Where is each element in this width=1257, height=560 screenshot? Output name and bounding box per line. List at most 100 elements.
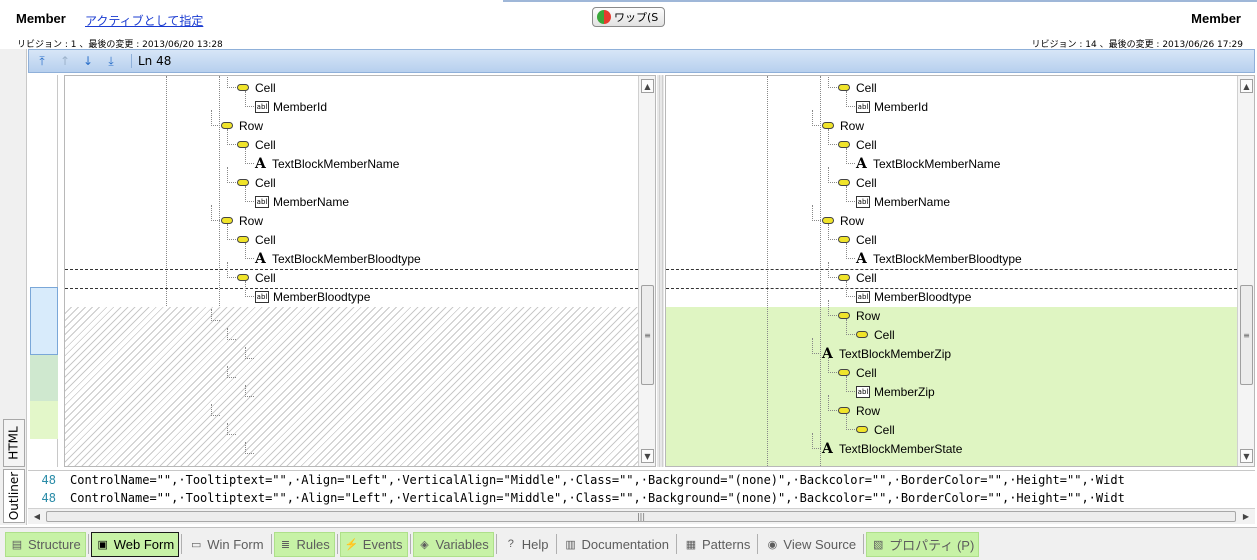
tree-node-cell[interactable]: Cell bbox=[237, 78, 276, 97]
tab-label: プロパティ (P) bbox=[889, 537, 975, 553]
tree-node-cell[interactable]: Cell bbox=[838, 135, 877, 154]
tree-node-label: Cell bbox=[255, 232, 276, 247]
tree-node-label: MemberBloodtype bbox=[874, 289, 972, 304]
tree-connector bbox=[211, 110, 220, 126]
scroll-thumb[interactable]: ||| bbox=[46, 511, 1236, 522]
tree-connector bbox=[211, 205, 220, 221]
tree-connector bbox=[846, 319, 855, 335]
source-line[interactable]: 48 ControlName="",·Tooltiptext="",·Align… bbox=[28, 491, 1125, 509]
tree-node-cell[interactable]: Cell bbox=[237, 268, 276, 287]
right-outline-pane[interactable]: Cell abl MemberId Row Cell A TextBlockMemberNa… bbox=[665, 75, 1255, 467]
tab-events[interactable]: ⚡ Events bbox=[339, 531, 408, 557]
tree-node-membername[interactable]: abl MemberName bbox=[856, 192, 950, 211]
tree-node-cell[interactable]: Cell bbox=[237, 135, 276, 154]
tree-node-textblockmembername[interactable]: A TextBlockMemberName bbox=[255, 154, 399, 173]
row-cell-icon bbox=[221, 122, 233, 129]
tree-node-label: Cell bbox=[255, 80, 276, 95]
row-cell-icon bbox=[822, 217, 834, 224]
tree-node-textblockmemberstate[interactable]: A TextBlockMemberState bbox=[822, 439, 962, 458]
tab-html[interactable]: HTML bbox=[3, 419, 25, 467]
prev-diff-icon[interactable]: ↑ bbox=[56, 52, 74, 70]
tree-node-textblockmemberzip[interactable]: A TextBlockMemberZip bbox=[822, 344, 951, 363]
patterns-icon: ▦ bbox=[685, 538, 697, 551]
last-diff-icon[interactable]: ⤓ bbox=[102, 52, 120, 70]
tree-node-memberid[interactable]: abl MemberId bbox=[856, 97, 928, 116]
tree-node-cell[interactable]: Cell bbox=[838, 363, 877, 382]
tab-web-form[interactable]: ▣ Web Form bbox=[90, 531, 180, 557]
tab-help[interactable]: ? Help bbox=[499, 532, 554, 557]
tree-node-cell[interactable]: Cell bbox=[856, 420, 895, 439]
textblock-icon: A bbox=[255, 155, 266, 172]
tree-node-membername[interactable]: abl MemberName bbox=[255, 192, 349, 211]
tab-outliner-label: Outliner bbox=[7, 471, 22, 521]
source-view[interactable]: 48 ControlName="",·Tooltiptext="",·Align… bbox=[28, 470, 1255, 508]
tree-node-label: MemberId bbox=[273, 99, 328, 114]
structure-icon: ▤ bbox=[11, 538, 23, 551]
row-cell-icon bbox=[838, 312, 850, 319]
tab-properties[interactable]: ▧ プロパティ (P) bbox=[866, 531, 980, 557]
scroll-down-icon[interactable]: ▼ bbox=[641, 449, 654, 463]
pane-splitter[interactable] bbox=[657, 75, 664, 467]
swap-button-label: ワップ(S bbox=[614, 11, 659, 24]
textbox-icon: abl bbox=[856, 385, 870, 398]
line-indicator: Ln 48 bbox=[131, 54, 171, 68]
documentation-icon: ▥ bbox=[565, 538, 576, 551]
tree-node-label: Cell bbox=[856, 270, 877, 285]
swap-button[interactable]: ワップ(S bbox=[592, 7, 665, 27]
tree-node-cell[interactable]: Cell bbox=[856, 325, 895, 344]
tree-node-memberzip[interactable]: abl MemberZip bbox=[856, 382, 935, 401]
variables-icon: ◈ bbox=[420, 538, 429, 551]
scroll-down-icon[interactable]: ▼ bbox=[1240, 449, 1253, 463]
left-vertical-scrollbar[interactable]: ▲ ≡ ▼ bbox=[638, 76, 655, 466]
tab-rules[interactable]: ≣ Rules bbox=[273, 531, 335, 557]
row-cell-icon bbox=[838, 141, 850, 148]
next-diff-icon[interactable]: ↓ bbox=[79, 52, 97, 70]
horizontal-scrollbar[interactable]: ◀ ||| ▶ bbox=[28, 508, 1255, 524]
right-vertical-scrollbar[interactable]: ▲ ≡ ▼ bbox=[1237, 76, 1254, 466]
scroll-thumb[interactable]: ≡ bbox=[641, 285, 654, 385]
tree-node-textblockmemberbloodtype[interactable]: A TextBlockMemberBloodtype bbox=[856, 249, 1022, 268]
tree-node-label: Row bbox=[239, 118, 264, 133]
tab-structure[interactable]: ▤ Structure bbox=[5, 531, 86, 557]
tree-node-row[interactable]: Row bbox=[838, 401, 880, 420]
tree-connector bbox=[846, 186, 855, 202]
tree-node-cell[interactable]: Cell bbox=[838, 173, 877, 192]
tree-connector bbox=[846, 91, 855, 107]
tree-node-cell[interactable]: Cell bbox=[237, 230, 276, 249]
tree-node-textblockmemberbloodtype[interactable]: A TextBlockMemberBloodtype bbox=[255, 249, 421, 268]
tree-node-cell[interactable]: Cell bbox=[838, 78, 877, 97]
first-diff-icon[interactable]: ⤒ bbox=[33, 52, 51, 70]
tree-node-row[interactable]: Row bbox=[838, 306, 880, 325]
diff-overview-strip[interactable] bbox=[30, 75, 58, 467]
tree-node-cell[interactable]: Cell bbox=[838, 268, 877, 287]
tab-outliner[interactable]: Outliner bbox=[3, 469, 25, 523]
tree-node-memberid[interactable]: abl MemberId bbox=[255, 97, 327, 116]
scroll-up-icon[interactable]: ▲ bbox=[1240, 79, 1253, 93]
tab-patterns[interactable]: ▦ Patterns bbox=[679, 532, 755, 557]
source-line[interactable]: 48 ControlName="",·Tooltiptext="",·Align… bbox=[28, 473, 1125, 491]
row-cell-icon bbox=[838, 274, 850, 281]
scroll-right-icon[interactable]: ▶ bbox=[1240, 511, 1252, 522]
textbox-icon: abl bbox=[856, 100, 870, 113]
tree-node-textblockmembername[interactable]: A TextBlockMemberName bbox=[856, 154, 1000, 173]
tab-variables[interactable]: ◈ Variables bbox=[412, 531, 494, 557]
scroll-up-icon[interactable]: ▲ bbox=[641, 79, 654, 93]
tree-connector bbox=[812, 338, 821, 354]
tab-win-form[interactable]: ▭ Win Form bbox=[184, 532, 268, 557]
tree-connector bbox=[812, 205, 821, 221]
scroll-left-icon[interactable]: ◀ bbox=[31, 511, 43, 522]
row-cell-icon bbox=[856, 331, 868, 338]
tree-node-memberbloodtype[interactable]: abl MemberBloodtype bbox=[856, 287, 971, 306]
tree-node-cell[interactable]: Cell bbox=[838, 230, 877, 249]
tree-connector bbox=[245, 347, 254, 359]
set-active-link[interactable]: アクティブとして指定 bbox=[85, 12, 203, 29]
tree-node-memberbloodtype[interactable]: abl MemberBloodtype bbox=[255, 287, 370, 306]
scroll-thumb[interactable]: ≡ bbox=[1240, 285, 1253, 385]
left-outline-pane[interactable]: Cell abl MemberId Row Cell A TextBlockMemberNa… bbox=[64, 75, 656, 467]
tree-node-cell[interactable]: Cell bbox=[237, 173, 276, 192]
side-tab-bar: HTML Outliner bbox=[0, 49, 27, 525]
source-text: ControlName="",·Tooltiptext="",·Align="L… bbox=[70, 491, 1125, 505]
tab-view-source[interactable]: ◉ View Source bbox=[760, 532, 861, 557]
tab-documentation[interactable]: ▥ Documentation bbox=[559, 532, 674, 557]
tree-connector bbox=[245, 243, 254, 259]
